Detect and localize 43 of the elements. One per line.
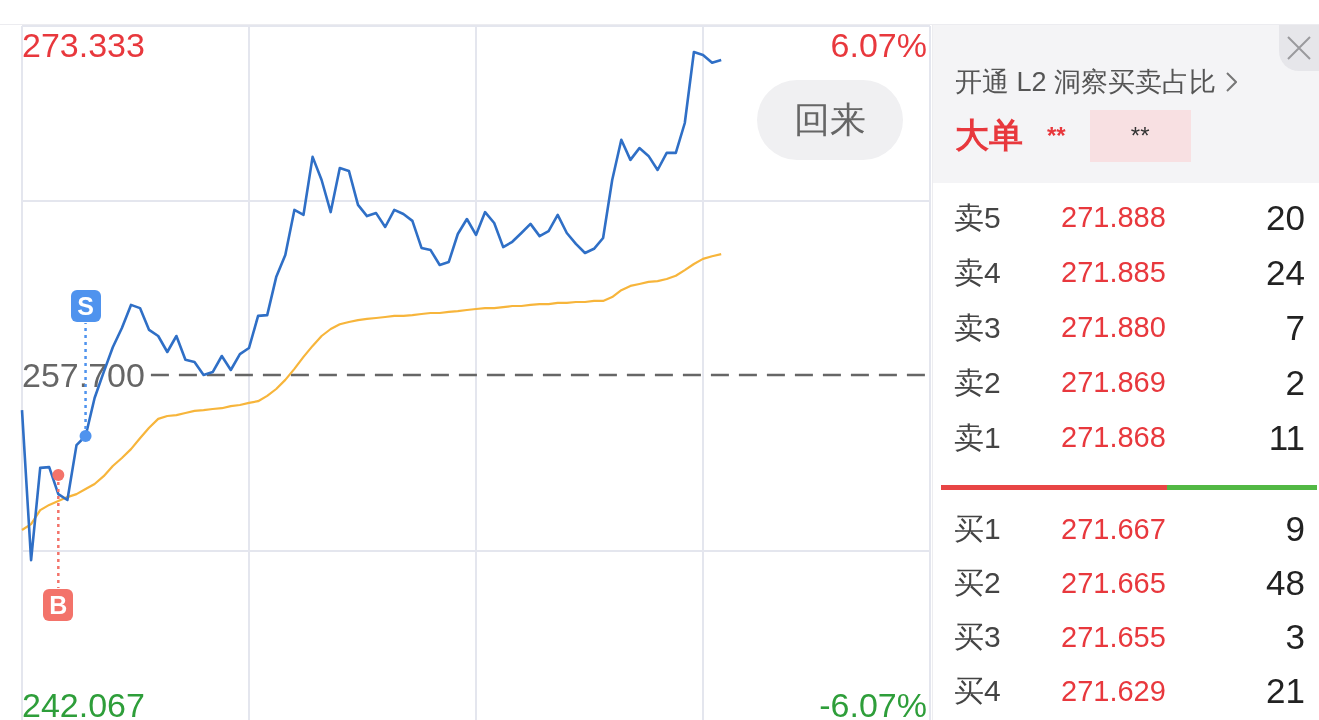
ask-price: 271.868 <box>1061 420 1167 455</box>
close-button[interactable] <box>1279 25 1319 71</box>
ask-price: 271.880 <box>1061 310 1167 345</box>
bid-level-label: 买4 <box>954 673 1002 709</box>
close-icon <box>1287 36 1311 60</box>
ask-volume: 11 <box>1268 416 1305 459</box>
big-order-label: 大单 <box>955 117 1023 155</box>
bid-level-label: 买3 <box>954 619 1002 655</box>
bid-price: 271.629 <box>1061 673 1167 709</box>
ask-volume: 7 <box>1285 306 1305 349</box>
bid-volume: 3 <box>1285 616 1305 658</box>
ask-level-label: 卖4 <box>954 254 1002 291</box>
l2-upgrade-link[interactable]: 开通 L2 洞察买卖占比 <box>955 67 1238 97</box>
ask-level-label: 卖2 <box>954 364 1002 401</box>
bid-level-label: 买2 <box>954 565 1002 601</box>
signal-tag: B <box>43 589 74 622</box>
ask-level-label: 卖1 <box>954 419 1002 456</box>
return-button[interactable]: 回来 <box>757 80 903 160</box>
ask-price: 271.869 <box>1061 365 1167 400</box>
bid-volume: 9 <box>1285 508 1305 550</box>
ask-price: 271.885 <box>1061 255 1167 290</box>
bid-level-label: 买1 <box>954 511 1002 547</box>
chevron-right-icon <box>1226 72 1238 92</box>
ask-level-label: 卖3 <box>954 309 1002 346</box>
bid-volume: 48 <box>1266 562 1305 604</box>
percent-axis-label: 6.07% <box>830 26 927 65</box>
price-axis-label: 273.333 <box>22 26 145 64</box>
signal-dot-icon <box>52 469 65 482</box>
ask-level-label: 卖5 <box>954 199 1002 236</box>
ask-price: 271.888 <box>1061 200 1167 235</box>
ask-volume: 2 <box>1285 361 1305 404</box>
ask-volume: 20 <box>1266 196 1305 239</box>
signal-dot-icon <box>79 430 92 443</box>
bid-price: 271.655 <box>1061 619 1167 655</box>
bid-price: 271.667 <box>1061 511 1167 547</box>
ask-volume: 24 <box>1266 251 1305 294</box>
signal-tag: S <box>70 290 101 323</box>
big-order-ratio: ** <box>1047 122 1066 150</box>
bid-volume: 21 <box>1266 670 1305 712</box>
percent-axis-label: -6.07% <box>819 685 927 720</box>
bid-price: 271.665 <box>1061 565 1167 601</box>
price-axis-label: 242.067 <box>22 686 145 720</box>
big-order-value: ** <box>1089 110 1191 162</box>
